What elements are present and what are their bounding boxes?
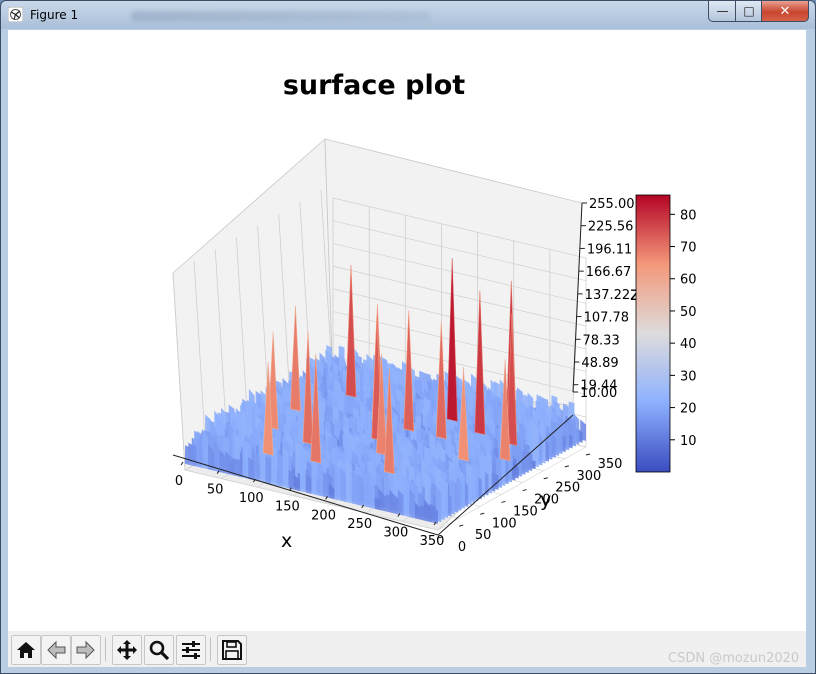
title-bar[interactable]: Figure 1 — □ ✕ <box>1 1 815 29</box>
y-tick-mark <box>501 500 506 503</box>
surface-patch <box>363 471 369 508</box>
surface-patch <box>190 444 197 467</box>
x-tick-label: 250 <box>347 517 372 532</box>
forward-button[interactable] <box>71 635 101 665</box>
z-tick-label: 48.89 <box>581 356 618 371</box>
z-tick-label: 166.67 <box>586 265 632 280</box>
toolbar-separator <box>210 637 211 661</box>
z-tick-label: 19.44 <box>580 379 617 394</box>
surface-patch <box>317 460 323 497</box>
y-tick-mark <box>459 524 464 527</box>
surface-patch <box>185 445 191 466</box>
y-tick-label: 350 <box>598 457 623 472</box>
z-tick-label: 107.78 <box>584 311 630 326</box>
colorbar: 10 20 30 40 50 60 70 80 <box>635 194 697 473</box>
x-tick-label: 350 <box>420 534 445 549</box>
z-tick-label: 78.33 <box>583 333 620 348</box>
x-tick-label: 200 <box>311 508 336 523</box>
toolbar-separator <box>105 637 106 661</box>
surface-patch <box>300 450 306 493</box>
surface-patch <box>242 439 249 479</box>
surface-patch <box>288 469 295 490</box>
x-tick-mark <box>180 461 184 466</box>
figure-canvas[interactable]: surface plot 050100150200250300350 05010… <box>8 30 806 631</box>
y-tick-label: 50 <box>475 528 492 543</box>
surface-patch <box>403 478 410 518</box>
magnifier-icon <box>149 640 170 661</box>
y-tick-mark <box>522 489 527 492</box>
x-tick-label: 0 <box>175 474 183 489</box>
surface-patch <box>386 493 392 513</box>
axes-3d: 050100150200250300350 050100150200250300… <box>172 138 640 555</box>
y-tick-mark <box>564 465 569 468</box>
colorbar-tick-label: 10 <box>680 434 697 449</box>
colorbar-tick-label: 70 <box>680 241 697 256</box>
figure-title: surface plot <box>283 70 465 101</box>
zoom-button[interactable] <box>144 635 174 665</box>
surface-patch <box>351 471 358 505</box>
z-tick-label: 196.11 <box>587 242 633 257</box>
figure-window: Figure 1 — □ ✕ surface plot 0 50 100 150… <box>0 0 816 674</box>
maximize-button[interactable]: □ <box>735 1 763 22</box>
csdn-watermark: CSDN @mozun2020 <box>668 651 800 666</box>
surface-patch <box>369 471 375 509</box>
y-tick-mark <box>585 453 591 456</box>
z-tick-label: 225.56 <box>588 220 634 235</box>
surface-patch <box>254 452 260 482</box>
figure-canvas-area: surface plot 0 50 100 150 200 250 300 350 0 50 10… <box>8 30 806 667</box>
y-tick-mark <box>480 512 485 515</box>
x-tick-label: 150 <box>275 500 300 515</box>
surface-patch <box>305 474 312 494</box>
minimize-button[interactable]: — <box>708 1 737 22</box>
y-tick-label: 0 <box>458 540 466 555</box>
colorbar-tick-label: 30 <box>680 369 697 384</box>
x-tick-label: 50 <box>207 483 224 498</box>
z-tick-label: 137.22 <box>585 288 631 303</box>
x-tick-label: 100 <box>239 491 264 506</box>
forward-arrow-icon <box>76 640 95 660</box>
colorbar-tick-label: 40 <box>680 337 697 352</box>
home-icon <box>17 642 35 658</box>
floppy-disk-icon <box>222 640 242 660</box>
back-button[interactable] <box>41 635 71 665</box>
window-title: Figure 1 <box>30 8 79 22</box>
close-button[interactable]: ✕ <box>761 1 809 22</box>
colorbar-gradient <box>635 194 671 473</box>
z-tick-label: 255.00 <box>589 197 635 212</box>
configure-subplots-button[interactable] <box>176 635 206 665</box>
colorbar-tick-label: 20 <box>680 402 697 417</box>
home-button[interactable] <box>11 635 41 665</box>
colorbar-tick-label: 60 <box>680 273 697 288</box>
save-button[interactable] <box>217 635 247 665</box>
colorbar-tick-labels: 10 20 30 40 50 60 70 80 <box>670 208 697 449</box>
z-tick-labels: 10.0019.4448.8978.33107.78137.22166.6719… <box>573 197 635 401</box>
x-tick-label: 300 <box>383 525 408 540</box>
matplotlib-app-icon <box>8 7 23 22</box>
surface-patch <box>346 461 352 504</box>
back-arrow-icon <box>47 640 66 660</box>
y-tick-mark <box>543 477 548 480</box>
surface-patch <box>323 471 329 498</box>
surface-patch <box>282 447 289 489</box>
surface-patch <box>334 465 341 501</box>
move-icon <box>117 640 137 660</box>
sliders-icon <box>182 641 200 659</box>
x-axis-label: x <box>281 530 292 552</box>
colorbar-tick-label: 80 <box>680 208 697 223</box>
y-axis-label: y <box>540 489 551 511</box>
blurred-title-region <box>131 11 431 21</box>
colorbar-tick-label: 50 <box>680 305 697 320</box>
pan-button[interactable] <box>112 635 142 665</box>
